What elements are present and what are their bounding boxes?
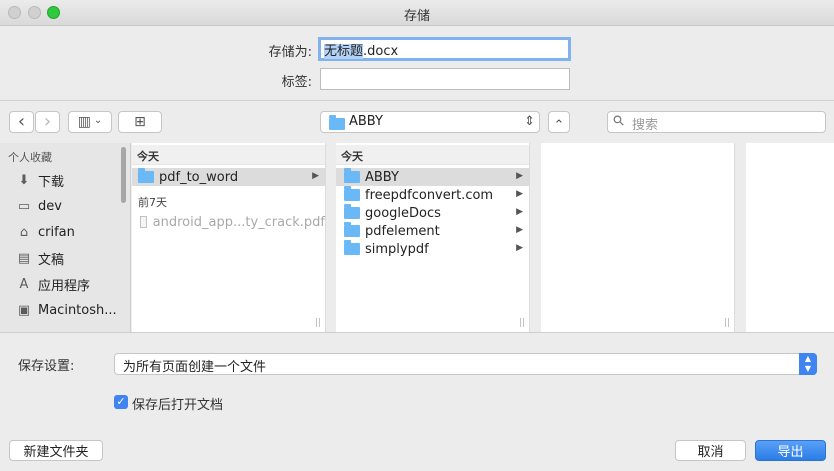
document-icon: ▤ — [17, 250, 31, 266]
list-item-googledocs[interactable]: googleDocs ▶ — [336, 204, 529, 222]
home-icon: ⌂ — [19, 224, 29, 240]
cancel-button[interactable]: 取消 — [675, 440, 746, 461]
disclosure-arrow-icon: ▶ — [312, 171, 319, 181]
location-label: ABBY — [349, 114, 383, 129]
sidebar: 个人收藏 ⬇ 下载 ▭ dev ⌂ crifan ▤ 文稿 A 应用程序 ▣ M… — [0, 143, 131, 332]
browser-column-3: || — [541, 143, 735, 332]
chevron-left-icon: ‹ — [17, 111, 26, 132]
search-placeholder: 搜索 — [632, 118, 659, 133]
open-after-save-checkbox[interactable]: ✓ — [114, 395, 128, 409]
sidebar-item-label: dev — [38, 198, 62, 214]
favorites-header: 个人收藏 — [8, 151, 52, 164]
up-down-stepper-icon: ⇕ — [524, 114, 535, 129]
sidebar-item-label: 应用程序 — [38, 278, 91, 294]
disclosure-arrow-icon: ▶ — [516, 207, 523, 217]
disclosure-arrow-icon: ▶ — [516, 225, 523, 235]
list-item-simplypdf[interactable]: simplypdf ▶ — [336, 240, 529, 258]
folder-icon — [138, 168, 154, 183]
folder-icon — [329, 115, 345, 130]
list-item-pdfelement[interactable]: pdfelement ▶ — [336, 222, 529, 240]
folder-icon — [344, 222, 360, 237]
sidebar-scrollbar[interactable] — [121, 147, 126, 203]
new-folder-button[interactable]: 新建文件夹 — [9, 440, 103, 461]
chevron-down-icon: ⌄ — [93, 114, 103, 126]
new-folder-toolbar-button[interactable]: ⊞ — [118, 111, 162, 133]
list-item-label: pdfelement — [365, 223, 440, 239]
sidebar-item-documents[interactable]: ▤ 文稿 — [15, 247, 127, 269]
browser-column-2: 今天 ABBY ▶ freepdfconvert.com ▶ googleDoc… — [336, 143, 530, 332]
filename-field[interactable]: 无标题.docx — [318, 37, 571, 61]
title-bar: 存储 — [0, 0, 834, 26]
sidebar-item-downloads[interactable]: ⬇ 下载 — [15, 169, 127, 191]
back-button[interactable]: ‹ — [9, 111, 34, 133]
forward-button[interactable]: › — [35, 111, 60, 133]
checkmark-icon: ✓ — [116, 395, 126, 408]
disclosure-arrow-icon: ▶ — [516, 243, 523, 253]
chevron-up-icon: ⌃ — [553, 117, 565, 133]
folder-icon — [344, 186, 360, 201]
sidebar-item-macintosh-hd[interactable]: ▣ Macintosh... — [15, 299, 127, 321]
tags-label: 标签: — [281, 75, 312, 90]
save-settings-value: 为所有页面创建一个文件 — [123, 360, 267, 375]
sidebar-item-label: 文稿 — [38, 252, 65, 268]
list-item-label: ABBY — [365, 169, 399, 185]
hard-drive-icon: ▣ — [17, 302, 31, 318]
filename-extension: .docx — [363, 44, 399, 59]
sidebar-item-label: crifan — [38, 224, 75, 240]
window-title: 存储 — [403, 9, 430, 24]
sidebar-item-label: 下载 — [38, 174, 65, 190]
save-header: 存储为: 无标题.docx 标签: — [0, 26, 834, 100]
list-item-android-pdf[interactable]: android_app...ty_crack.pdf — [132, 213, 325, 231]
save-settings-popup[interactable]: 为所有页面创建一个文件 ▲ ▼ — [114, 353, 817, 375]
column-header-last-7-days: 前7天 — [138, 196, 167, 209]
browser-toolbar: ‹ › ▥ ⌄ ⊞ ABBY ⇕ ⌃ ⚲ 搜索 — [0, 100, 834, 142]
column-resize-handle[interactable]: || — [519, 318, 525, 328]
tags-field[interactable] — [320, 68, 570, 90]
list-item-label: simplypdf — [365, 241, 429, 257]
save-as-label: 存储为: — [268, 45, 312, 60]
browser-column-1: 今天 pdf_to_word ▶ 前7天 android_app...ty_cr… — [132, 143, 326, 332]
column-header-today: 今天 — [336, 145, 529, 165]
list-item-label: android_app...ty_crack.pdf — [152, 214, 325, 230]
list-item-label: pdf_to_word — [159, 169, 239, 185]
sidebar-item-label: Macintosh... — [38, 302, 117, 318]
open-after-save-label[interactable]: 保存后打开文档 — [132, 394, 223, 413]
expand-collapse-button[interactable]: ⌃ — [548, 111, 570, 133]
list-item-abby[interactable]: ABBY ▶ — [336, 168, 529, 186]
stepper-down-icon: ▼ — [804, 364, 812, 373]
filename-selected-text: 无标题 — [324, 44, 364, 59]
download-icon: ⬇ — [18, 172, 30, 188]
list-item-pdf-to-word[interactable]: pdf_to_word ▶ — [132, 168, 325, 186]
sidebar-item-crifan[interactable]: ⌂ crifan — [15, 221, 127, 243]
column-resize-handle[interactable]: || — [315, 318, 321, 328]
search-field[interactable]: ⚲ 搜索 — [607, 111, 826, 133]
export-button[interactable]: 导出 — [755, 440, 826, 461]
list-item-freepdfconvert[interactable]: freepdfconvert.com ▶ — [336, 186, 529, 204]
folder-icon — [344, 204, 360, 219]
save-settings-label: 保存设置: — [18, 359, 75, 374]
pdf-file-icon — [140, 216, 147, 228]
folder-icon: ▭ — [17, 198, 31, 214]
list-item-label: freepdfconvert.com — [365, 187, 494, 203]
column-view-icon: ▥ — [77, 114, 91, 130]
disclosure-arrow-icon: ▶ — [516, 189, 523, 199]
applications-icon: A — [19, 276, 29, 292]
sidebar-item-dev[interactable]: ▭ dev — [15, 195, 127, 217]
column-header-today: 今天 — [132, 145, 325, 165]
folder-icon — [344, 240, 360, 255]
search-icon: ⚲ — [609, 111, 629, 131]
sidebar-item-applications[interactable]: A 应用程序 — [15, 273, 127, 295]
folder-icon — [344, 168, 360, 183]
browser-column-4 — [746, 143, 834, 332]
list-item-label: googleDocs — [365, 205, 441, 221]
save-options-panel: 保存设置: 为所有页面创建一个文件 ▲ ▼ ✓ 保存后打开文档 新建文件夹 取消… — [0, 332, 834, 471]
chevron-right-icon: › — [43, 111, 52, 132]
view-mode-button[interactable]: ▥ ⌄ — [68, 111, 112, 133]
stepper-up-icon: ▲ — [804, 354, 812, 363]
new-folder-icon: ⊞ — [134, 114, 146, 130]
disclosure-arrow-icon: ▶ — [516, 171, 523, 181]
column-resize-handle[interactable]: || — [724, 318, 730, 328]
location-popup[interactable]: ABBY ⇕ — [320, 111, 540, 133]
popup-stepper-icon: ▲ ▼ — [799, 353, 817, 375]
